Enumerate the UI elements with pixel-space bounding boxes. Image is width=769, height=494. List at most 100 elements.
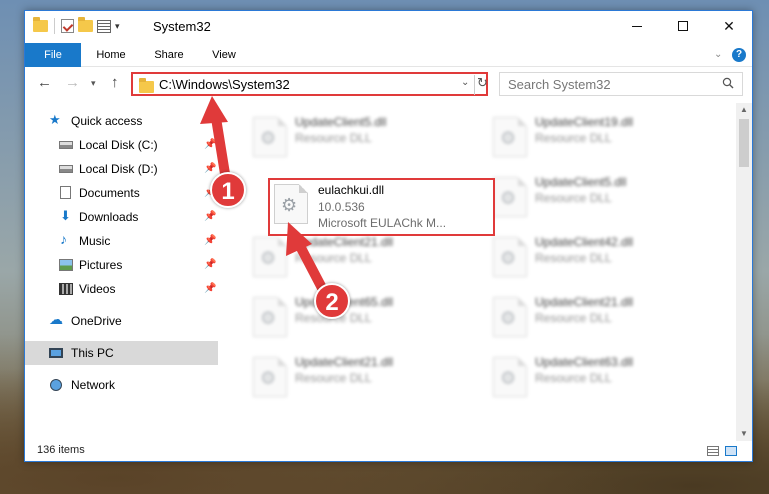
sidebar-item-label: OneDrive bbox=[71, 314, 122, 328]
scroll-thumb[interactable] bbox=[739, 119, 749, 167]
sidebar-item-quick-access[interactable]: ★ Quick access bbox=[25, 109, 218, 133]
large-icons-view-icon[interactable] bbox=[725, 446, 737, 456]
sidebar-item-documents[interactable]: Documents 📌 bbox=[25, 181, 218, 205]
address-dropdown-chevron-icon[interactable]: ⌄ bbox=[461, 77, 469, 88]
music-note-icon: ♪ bbox=[60, 231, 67, 247]
help-icon[interactable]: ? bbox=[732, 48, 746, 62]
sidebar-item-network[interactable]: Network bbox=[25, 373, 218, 397]
file-description: Microsoft EULAChk M... bbox=[318, 216, 447, 230]
gear-icon: ⚙ bbox=[260, 368, 277, 388]
file-name: UpdateClient63.dll bbox=[535, 355, 634, 369]
file-type: Resource DLL bbox=[535, 131, 612, 145]
recent-locations-chevron-icon[interactable]: ▾ bbox=[91, 78, 96, 89]
customize-toolbar-chevron-icon[interactable]: ▾ bbox=[115, 21, 120, 32]
list-item[interactable]: ⚙ UpdateClient5.dll Resource DLL bbox=[485, 169, 715, 229]
list-item[interactable]: ⚙ UpdateClient21.dll Resource DLL bbox=[485, 289, 715, 349]
dll-file-icon: ⚙ bbox=[493, 117, 527, 157]
search-input[interactable]: Search System32 bbox=[499, 72, 743, 96]
search-placeholder: Search System32 bbox=[508, 77, 611, 92]
gear-icon: ⚙ bbox=[500, 308, 517, 328]
file-type: Resource DLL bbox=[535, 251, 612, 265]
file-name: UpdateClient21.dll bbox=[295, 355, 394, 369]
address-folder-icon bbox=[139, 78, 154, 93]
refresh-icon[interactable]: ↻ bbox=[474, 75, 490, 95]
sidebar-item-label: Videos bbox=[79, 282, 116, 296]
file-version: 10.0.536 bbox=[318, 200, 365, 214]
drive-icon bbox=[59, 165, 73, 173]
sidebar-item-label: Downloads bbox=[79, 210, 139, 224]
address-path[interactable]: C:\Windows\System32 bbox=[159, 77, 290, 92]
sidebar-item-label: Pictures bbox=[79, 258, 123, 272]
new-folder-icon[interactable] bbox=[78, 17, 93, 32]
sidebar-item-local-disk-d[interactable]: Local Disk (D:) 📌 bbox=[25, 157, 218, 181]
minimize-button[interactable] bbox=[614, 11, 660, 41]
highlighted-file-item[interactable]: ⚙ eulachkui.dll 10.0.536 Microsoft EULAC… bbox=[268, 178, 495, 236]
close-button[interactable]: ✕ bbox=[706, 11, 752, 41]
pin-icon[interactable]: 📌 bbox=[204, 139, 216, 150]
star-icon: ★ bbox=[49, 112, 61, 127]
expand-ribbon-chevron-icon[interactable]: ⌄ bbox=[714, 49, 722, 60]
pin-icon[interactable]: 📌 bbox=[204, 163, 216, 174]
gear-icon: ⚙ bbox=[260, 128, 277, 148]
vertical-scrollbar[interactable]: ▲ ▼ bbox=[736, 103, 752, 443]
navigation-bar: ← → ▾ ↑ C:\Windows\System32 ⌄ ↻ Search S… bbox=[25, 67, 752, 99]
file-name: UpdateClient5.dll bbox=[295, 115, 387, 129]
list-item[interactable]: ⚙ UpdateClient19.dll Resource DLL bbox=[485, 109, 715, 169]
dll-file-icon: ⚙ bbox=[493, 177, 527, 217]
file-explorer-window: ▾ System32 ✕ File Home Share View ⌄ ? ← … bbox=[24, 10, 753, 462]
tab-home[interactable]: Home bbox=[87, 43, 135, 67]
details-view-icon[interactable] bbox=[707, 446, 719, 456]
file-name: UpdateClient42.dll bbox=[535, 235, 634, 249]
dll-file-icon: ⚙ bbox=[253, 117, 287, 157]
list-item[interactable]: ⚙ UpdateClient21.dll Resource DLL bbox=[245, 229, 475, 289]
address-bar[interactable]: C:\Windows\System32 ⌄ ↻ bbox=[131, 72, 488, 96]
list-item[interactable]: ⚙ UpdateClient63.dll Resource DLL bbox=[485, 349, 715, 409]
maximize-icon bbox=[678, 21, 688, 31]
dll-file-icon: ⚙ bbox=[253, 237, 287, 277]
list-item[interactable]: ⚙ UpdateClient65.dll Resource DLL bbox=[245, 289, 475, 349]
gear-icon: ⚙ bbox=[500, 248, 517, 268]
list-item[interactable]: ⚙ UpdateClient21.dll Resource DLL bbox=[245, 349, 475, 409]
navigation-pane: ▲ ★ Quick access Local Disk (C:) 📌 Local… bbox=[25, 103, 218, 433]
list-item[interactable]: ⚙ UpdateClient5.dll Resource DLL bbox=[245, 109, 475, 169]
back-arrow-icon[interactable]: ← bbox=[37, 74, 52, 91]
tab-file[interactable]: File bbox=[25, 43, 81, 67]
sidebar-item-downloads[interactable]: ⬇ Downloads 📌 bbox=[25, 205, 218, 229]
toolbar-divider bbox=[54, 18, 55, 34]
gear-icon: ⚙ bbox=[500, 188, 517, 208]
drive-icon bbox=[59, 141, 73, 149]
cloud-icon: ☁ bbox=[49, 311, 63, 327]
gear-icon: ⚙ bbox=[500, 128, 517, 148]
sidebar-item-this-pc[interactable]: This PC bbox=[25, 341, 218, 365]
file-name: UpdateClient19.dll bbox=[535, 115, 634, 129]
dll-file-icon: ⚙ bbox=[274, 184, 308, 224]
maximize-button[interactable] bbox=[660, 11, 706, 41]
scroll-down-icon[interactable]: ▼ bbox=[740, 429, 748, 438]
sidebar-item-label: Network bbox=[71, 378, 116, 392]
forward-arrow-icon[interactable]: → bbox=[65, 74, 80, 91]
properties-icon[interactable] bbox=[97, 19, 111, 33]
sidebar-item-label: Documents bbox=[79, 186, 140, 200]
properties-check-icon[interactable] bbox=[61, 19, 74, 33]
pin-icon[interactable]: 📌 bbox=[204, 283, 216, 294]
tab-view[interactable]: View bbox=[201, 43, 247, 67]
pin-icon[interactable]: 📌 bbox=[204, 259, 216, 270]
list-item[interactable]: ⚙ UpdateClient42.dll Resource DLL bbox=[485, 229, 715, 289]
gear-icon: ⚙ bbox=[500, 368, 517, 388]
sidebar-item-local-disk-c[interactable]: Local Disk (C:) 📌 bbox=[25, 133, 218, 157]
scroll-up-icon[interactable]: ▲ bbox=[740, 105, 748, 114]
up-arrow-icon[interactable]: ↑ bbox=[111, 74, 119, 91]
pin-icon[interactable]: 📌 bbox=[204, 235, 216, 246]
sidebar-item-videos[interactable]: Videos 📌 bbox=[25, 277, 218, 301]
status-bar: 136 items bbox=[25, 441, 752, 461]
search-icon[interactable] bbox=[722, 77, 734, 89]
pin-icon[interactable]: 📌 bbox=[204, 211, 216, 222]
tab-share[interactable]: Share bbox=[143, 43, 195, 67]
sidebar-item-label: Music bbox=[79, 234, 111, 248]
quick-access-toolbar: ▾ bbox=[33, 17, 120, 34]
sidebar-item-pictures[interactable]: Pictures 📌 bbox=[25, 253, 218, 277]
sidebar-item-onedrive[interactable]: ☁ OneDrive bbox=[25, 309, 218, 333]
list-item-eulachkui[interactable]: ⚙ eulachkui.dll 10.0.536 Microsoft EULAC… bbox=[268, 178, 498, 238]
dll-file-icon: ⚙ bbox=[253, 297, 287, 337]
sidebar-item-music[interactable]: ♪ Music 📌 bbox=[25, 229, 218, 253]
